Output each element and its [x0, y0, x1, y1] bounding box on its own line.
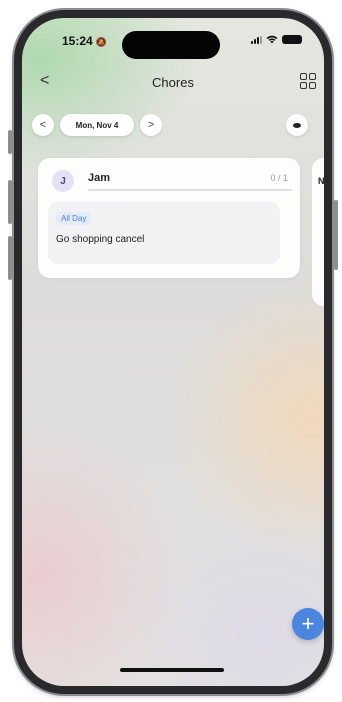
screen: 15:24 🔕 < Chores < Mon, Nov 4 > J Jam 0 … — [22, 18, 324, 686]
chevron-left-icon: < — [39, 119, 47, 131]
date-navigation: < Mon, Nov 4 > — [22, 114, 324, 144]
date-label: Mon, Nov 4 — [75, 120, 119, 130]
plus-icon: + — [301, 611, 315, 636]
avatar: J — [52, 170, 74, 192]
bell-slash-icon: 🔕 — [95, 37, 107, 47]
nav-bar: < Chores — [22, 70, 324, 98]
volume-down-button — [8, 236, 12, 280]
grid-view-button[interactable] — [300, 73, 316, 89]
member-card: J Jam 0 / 1 All Day Go shopping cancel — [38, 158, 300, 278]
eye-icon — [293, 122, 301, 128]
battery-icon — [282, 35, 302, 44]
chore-title: Go shopping cancel — [56, 234, 145, 245]
power-button — [334, 200, 338, 270]
chevron-right-icon: > — [147, 119, 155, 131]
date-selector[interactable]: Mon, Nov 4 — [60, 114, 134, 136]
member-name: Jam — [88, 172, 111, 184]
wifi-icon — [266, 35, 278, 44]
phone-frame: 15:24 🔕 < Chores < Mon, Nov 4 > J Jam 0 … — [8, 10, 338, 694]
cellular-signal-icon — [251, 35, 262, 44]
grid-icon — [300, 73, 307, 80]
next-member-card-label: N — [318, 176, 324, 186]
progress-bar — [88, 189, 292, 191]
status-time-text: 15:24 — [62, 34, 93, 48]
status-bar: 15:24 🔕 — [22, 18, 324, 62]
chore-item[interactable]: All Day Go shopping cancel — [48, 202, 280, 264]
dynamic-island — [122, 31, 220, 59]
previous-day-button[interactable]: < — [32, 114, 54, 136]
next-member-card[interactable]: N — [312, 158, 324, 306]
page-title: Chores — [152, 75, 194, 90]
home-indicator[interactable] — [120, 668, 224, 672]
next-day-button[interactable]: > — [140, 114, 162, 136]
status-time: 15:24 🔕 — [62, 34, 107, 48]
add-chore-button[interactable]: + — [292, 608, 324, 640]
action-button — [8, 130, 12, 154]
visibility-toggle-button[interactable] — [286, 114, 308, 136]
progress-count: 0 / 1 — [270, 173, 288, 183]
chore-time-tag: All Day — [56, 212, 92, 225]
volume-up-button — [8, 180, 12, 224]
status-icons — [251, 35, 302, 44]
